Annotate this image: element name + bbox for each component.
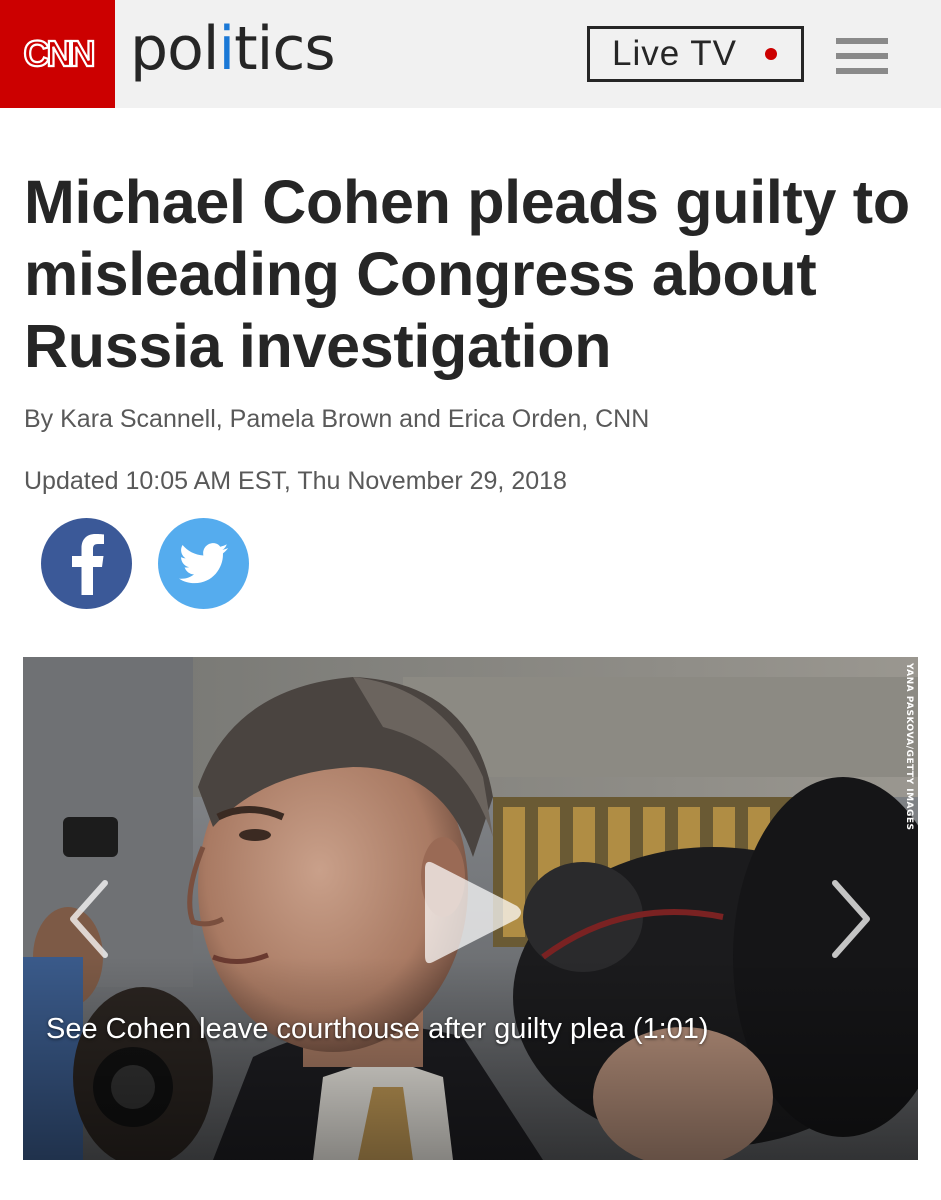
- chevron-left-icon[interactable]: [65, 879, 113, 959]
- video-caption: See Cohen leave courthouse after guilty …: [46, 1013, 709, 1045]
- play-icon[interactable]: [421, 855, 526, 970]
- section-title-prefix: pol: [130, 14, 219, 84]
- facebook-icon: [71, 533, 104, 595]
- menu-bar: [836, 68, 888, 74]
- photo-credit-text: YANA PASKOVA/GETTY IMAGES: [904, 663, 914, 831]
- photo-credit: YANA PASKOVA/GETTY IMAGES: [902, 659, 916, 859]
- chevron-right-icon[interactable]: [827, 879, 875, 959]
- facebook-share-button[interactable]: [41, 518, 132, 609]
- section-title-accent: i: [218, 14, 235, 84]
- section-title-suffix: tics: [234, 14, 335, 84]
- twitter-share-button[interactable]: [158, 518, 249, 609]
- twitter-icon: [178, 542, 228, 583]
- svg-text:CNN: CNN: [23, 33, 93, 74]
- cnn-logo-mark: CNN: [22, 32, 97, 75]
- site-header: CNN politics Live TV: [0, 0, 941, 108]
- article-timestamp: Updated 10:05 AM EST, Thu November 29, 2…: [24, 467, 567, 495]
- menu-bar: [836, 53, 888, 59]
- article-byline: By Kara Scannell, Pamela Brown and Erica…: [24, 405, 650, 433]
- live-indicator-dot: [765, 48, 777, 60]
- article-headline: Michael Cohen pleads guilty to misleadin…: [24, 168, 910, 380]
- section-title[interactable]: politics: [130, 4, 336, 94]
- live-tv-button[interactable]: Live TV: [587, 26, 804, 82]
- menu-bar: [836, 38, 888, 44]
- video-player[interactable]: YANA PASKOVA/GETTY IMAGES See Cohen leav…: [23, 657, 918, 1160]
- hamburger-menu-icon[interactable]: [836, 38, 888, 74]
- cnn-logo[interactable]: CNN: [0, 0, 115, 108]
- live-tv-label: Live TV: [612, 34, 738, 73]
